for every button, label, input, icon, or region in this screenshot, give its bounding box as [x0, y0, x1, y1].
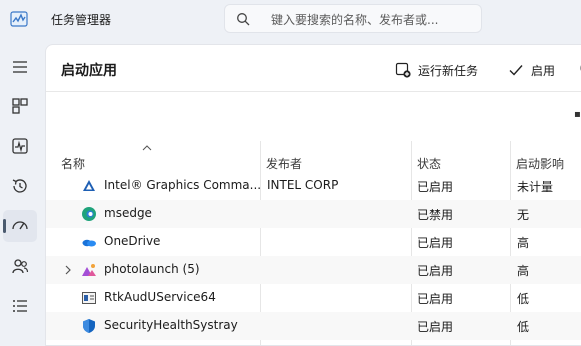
chevron-right-icon[interactable]: [64, 264, 72, 276]
table-row[interactable]: SecurityHealthSystray 已启用 低: [46, 312, 581, 340]
realtek-audio-icon: [82, 292, 96, 304]
nav-details[interactable]: [3, 290, 37, 322]
table-row[interactable]: Intel® Graphics Comma... INTEL CORP 已启用 …: [46, 172, 581, 200]
row-status: 已启用: [417, 320, 454, 334]
run-new-task-button[interactable]: 运行新任务: [395, 57, 478, 83]
startup-apps-panel: 启动应用 运行新任务 启用 ▪ 名称 发布者 状态 启动影响 Intel® Gr…: [45, 44, 581, 346]
row-name: OneDrive: [104, 234, 161, 248]
checkmark-icon: [509, 65, 523, 76]
row-name: photolaunch (5): [104, 262, 200, 276]
run-new-task-label: 运行新任务: [418, 63, 479, 78]
row-status: 已启用: [417, 292, 454, 306]
row-name: RtkAudUService64: [104, 290, 216, 304]
nav-performance[interactable]: [3, 130, 37, 162]
nav-processes[interactable]: [3, 90, 37, 122]
table-row[interactable]: RtkAudUService64 已启用 低: [46, 284, 581, 312]
column-header-impact[interactable]: 启动影响: [516, 155, 564, 172]
row-publisher: INTEL CORP: [267, 178, 339, 192]
sort-ascending-icon: [142, 145, 152, 151]
performance-icon: [12, 138, 28, 154]
column-header-publisher[interactable]: 发布者: [266, 155, 302, 172]
run-new-task-icon: [395, 62, 411, 78]
row-impact: 无: [517, 208, 530, 222]
processes-icon: [12, 98, 28, 114]
nav-users[interactable]: [3, 250, 37, 282]
row-name: Intel® Graphics Comma...: [104, 178, 262, 192]
row-impact: 高: [517, 236, 530, 250]
row-name: SecurityHealthSystray: [104, 318, 238, 332]
row-impact: 未计量: [517, 180, 554, 194]
edge-icon: [82, 207, 96, 221]
search-box[interactable]: 键入要搜索的名称、发布者或...: [224, 4, 482, 33]
row-impact: 高: [517, 264, 530, 278]
security-shield-icon: [83, 319, 95, 333]
nav-startup-apps[interactable]: [3, 210, 37, 242]
search-input[interactable]: 键入要搜索的名称、发布者或...: [271, 11, 438, 28]
app-title: 任务管理器: [51, 13, 112, 27]
row-status: 已启用: [417, 264, 454, 278]
details-list-icon: [13, 300, 27, 312]
task-manager-icon: [10, 11, 28, 27]
users-icon: [12, 259, 29, 274]
row-impact: 低: [517, 292, 530, 306]
row-impact: 低: [517, 320, 530, 334]
history-icon: [12, 179, 27, 193]
row-name: msedge: [104, 206, 152, 220]
title-bar: 任务管理器 键入要搜索的名称、发布者或...: [0, 0, 581, 40]
photos-icon: [82, 264, 96, 276]
column-header-status[interactable]: 状态: [417, 155, 441, 172]
onedrive-icon: [82, 239, 96, 247]
toolbar-divider: [46, 91, 581, 92]
table-row[interactable]: photolaunch (5) 已启用 高: [46, 256, 581, 284]
active-indicator: [3, 219, 6, 233]
table-row[interactable]: msedge 已禁用 无: [46, 200, 581, 228]
table-row[interactable]: OneDrive 已启用 高: [46, 228, 581, 256]
nav-app-history[interactable]: [3, 170, 37, 202]
intel-graphics-icon: [83, 180, 95, 191]
startup-speedometer-icon: [12, 221, 28, 230]
page-title: 启动应用: [61, 63, 117, 79]
hamburger-icon: [13, 61, 27, 73]
more-options-icon[interactable]: ▪: [574, 109, 581, 120]
row-status: 已启用: [417, 236, 454, 250]
hamburger-menu-button[interactable]: [3, 51, 37, 83]
enable-label: 启用: [531, 63, 556, 78]
row-status: 已启用: [417, 180, 454, 194]
row-status: 已禁用: [417, 208, 454, 222]
search-icon: [237, 13, 250, 26]
column-header-name[interactable]: 名称: [61, 155, 85, 172]
overflow-circle-icon[interactable]: [577, 60, 581, 76]
enable-button[interactable]: 启用: [508, 57, 555, 83]
